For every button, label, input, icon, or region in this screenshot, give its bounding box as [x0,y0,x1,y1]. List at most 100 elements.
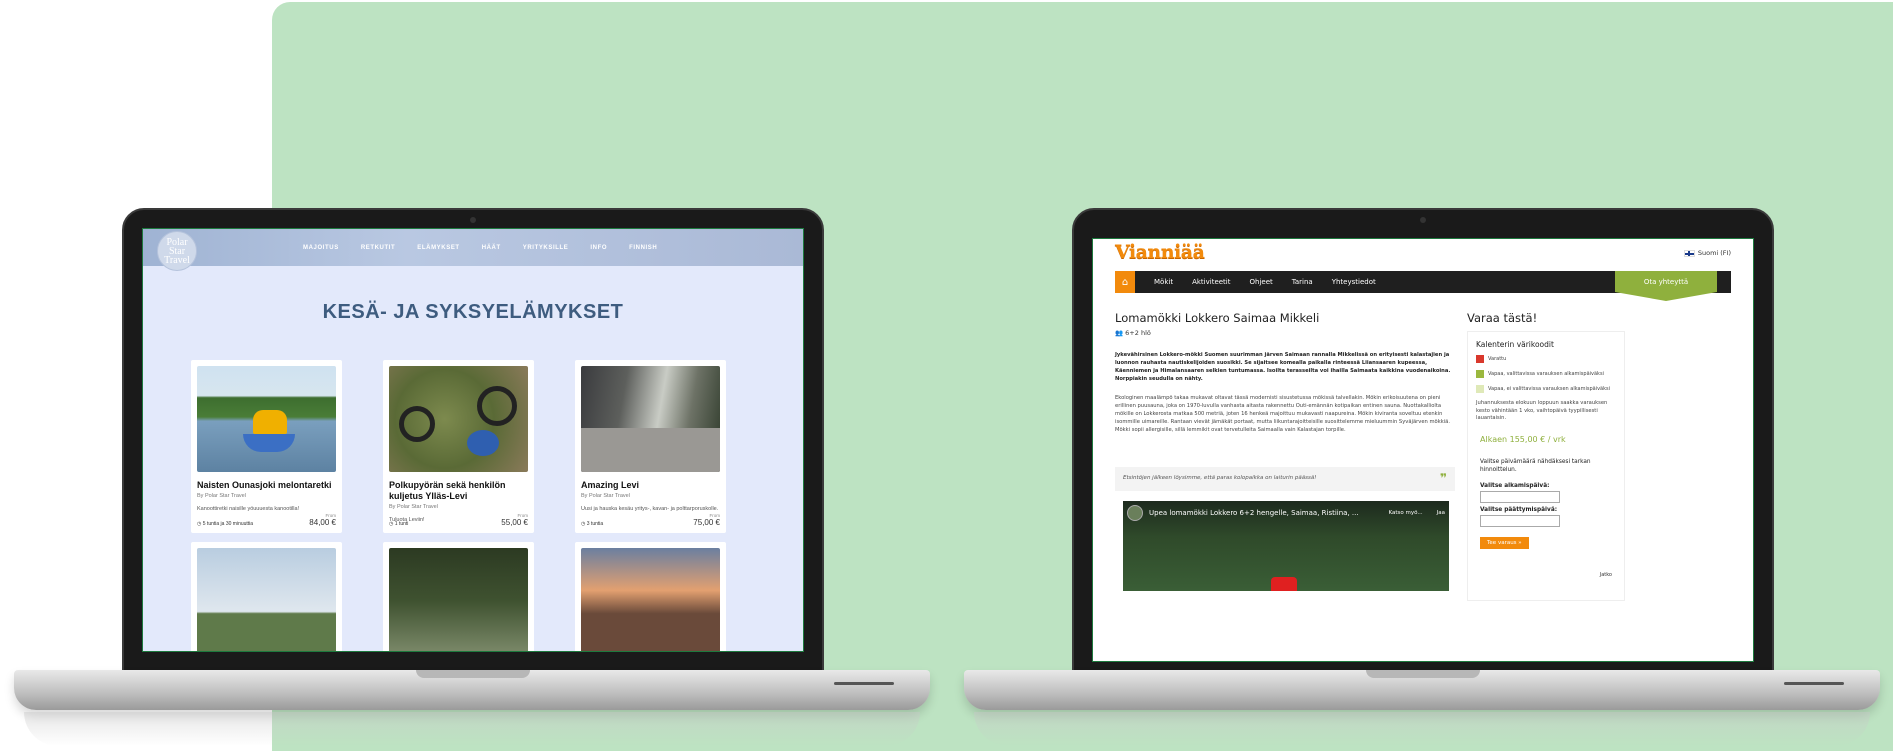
video-embed[interactable]: Upea lomamökki Lokkero 6+2 hengelle, Sai… [1123,501,1449,591]
menu-item-info[interactable]: INFO [590,245,607,251]
end-date-label: Valitse päättymispäivä: [1480,506,1558,513]
card-photo [581,366,720,472]
card-footer: ◷ 5 tuntia ja 30 minuuttia From 84,00 € [197,513,336,527]
video-header: Upea lomamökki Lokkero 6+2 hengelle, Sai… [1127,505,1445,521]
legend-label: Vapaa, ei valittavissa varauksen alkamis… [1488,386,1611,392]
site-logo[interactable]: Vianniää [1115,241,1205,263]
start-date-input[interactable] [1480,490,1560,503]
card-duration: ◷ 5 tuntia ja 30 minuuttia [197,521,254,527]
site-logo[interactable]: Polar Star Travel [157,231,197,271]
booking-box: Kalenterin värikoodit Varattu Vapaa, val… [1467,331,1625,601]
page-title: KESÄ- JA SYKSYELÄMYKSET [322,301,624,323]
laptop-base [14,670,930,710]
laptop-left: Polar Star Travel MAJOITUS RETKUTIT ELÄM… [0,0,940,751]
card-duration: ◷ 3 tuntia [581,521,604,527]
menu-item-language[interactable]: FINNISH [629,245,657,251]
price-value: 75,00 € [693,518,720,527]
booking-title: Varaa tästä! [1467,311,1538,325]
booking-note: Juhannuksesta elokuun loppuun saakka var… [1476,400,1608,421]
more-link[interactable]: Jatko [1600,572,1612,578]
card-duration-text: 5 tuntia ja 30 minuuttia [202,521,254,527]
menu-item-elamykset[interactable]: ELÄMYKSET [417,245,459,251]
experience-card[interactable] [575,542,726,651]
price-value: 84,00 € [309,518,336,527]
quote-box: Etsintöjen jälkeen löysimme, että paras … [1115,467,1455,491]
card-description: Kanoottiretki naisille yöuuuesta kanooti… [197,506,300,512]
finland-flag-icon [1683,249,1695,257]
legend-swatch [1476,355,1484,363]
camera [470,217,476,223]
paddlers-shape [253,410,287,434]
nav-item-ohjeet[interactable]: Ohjeet [1250,278,1273,286]
bike-wheel-shape [477,386,517,426]
canoe-shape [243,434,295,452]
language-selector[interactable]: Suomi (FI) [1683,249,1731,257]
card-description: Uusi ja hauska kesäu yritys-, kavan- ja … [581,506,719,512]
menu-item-haat[interactable]: HÄÄT [482,245,501,251]
camera [1420,217,1426,223]
main-nav: ⌂ Mökit Aktiviteetit Ohjeet Tarina Yhtey… [1115,271,1731,301]
card-author: By Polar Star Travel [197,493,246,499]
laptop-slot [1784,682,1844,685]
card-price: From 55,00 € [501,513,528,527]
main-menu: MAJOITUS RETKUTIT ELÄMYKSET HÄÄT YRITYKS… [303,229,657,266]
price-label: Alkaen 155,00 € / vrk [1480,434,1566,444]
menu-item-majoitus[interactable]: MAJOITUS [303,245,339,251]
body-text: Ekologinen maalämpö takaa mukavat oltava… [1115,395,1450,433]
menu-item-retkutit[interactable]: RETKUTIT [361,245,395,251]
book-button[interactable]: Tee varaus » [1480,536,1529,549]
laptop-reflection [24,712,920,746]
laptop-notch [1366,670,1480,678]
legend-swatch [1476,370,1484,378]
mockup-stage: Polar Star Travel MAJOITUS RETKUTIT ELÄM… [0,0,1893,751]
road-shape [581,428,720,472]
helmet-shape [467,430,499,456]
card-footer: ◷ 3 tuntia From 75,00 € [581,513,720,527]
nav-item-tarina[interactable]: Tarina [1292,278,1313,286]
card-photo [389,366,528,472]
card-photo [581,548,720,651]
experience-card[interactable] [191,542,342,651]
end-date-input[interactable] [1480,514,1560,527]
card-photo [197,548,336,651]
nav-item-yhteystiedot[interactable]: Yhteystiedot [1332,278,1376,286]
experience-card[interactable]: Naisten Ounasjoki melontaretki By Polar … [191,360,342,533]
legend-item: Varattu [1476,355,1616,363]
laptop-base [964,670,1880,710]
card-title: Naisten Ounasjoki melontaretki [197,480,332,490]
quote-icon: ❞ [1439,471,1447,485]
legend-item: Vapaa, ei valittavissa varauksen alkamis… [1476,385,1616,393]
home-icon[interactable]: ⌂ [1115,271,1135,293]
price-value: 55,00 € [501,518,528,527]
card-price: From 84,00 € [309,513,336,527]
capacity: 👥 6+2 hlö [1115,329,1151,337]
calendar-legend-title: Kalenterin värikoodit [1476,340,1554,349]
nav-item-mokit[interactable]: Mökit [1154,278,1173,286]
experience-card[interactable] [383,542,534,651]
card-photo [389,548,528,651]
card-author: By Polar Star Travel [581,493,630,499]
site-logo-text: Polar Star Travel [164,236,190,266]
capacity-text: 6+2 hlö [1125,329,1151,337]
legend-swatch [1476,385,1484,393]
contact-button[interactable]: Ota yhteyttä [1615,271,1717,301]
share-button[interactable]: Jaa [1437,510,1445,516]
play-icon[interactable] [1271,577,1297,591]
experience-card[interactable]: Polkupyörän sekä henkilön kuljetus Ylläs… [383,360,534,533]
vianniaa-site: Vianniää Suomi (FI) ⌂ Mökit Aktiviteetit… [1093,239,1753,661]
card-duration: ◷ 1 tunti [389,521,409,527]
bike-wheel-shape [399,406,435,442]
card-title: Polkupyörän sekä henkilön kuljetus Ylläs… [389,480,506,501]
card-photo [197,366,336,472]
card-price: From 75,00 € [693,513,720,527]
watch-later-button[interactable]: Katso myö... [1388,510,1422,516]
select-instruction: Valitse päivämäärä nähdäksesi tarkan hin… [1480,458,1591,473]
channel-avatar [1127,505,1143,521]
site-header: Vianniää Suomi (FI) [1093,239,1753,271]
language-label: Suomi (FI) [1697,249,1731,257]
menu-item-yrityksille[interactable]: YRITYKSILLE [523,245,569,251]
laptop-right: Vianniää Suomi (FI) ⌂ Mökit Aktiviteetit… [950,0,1893,751]
start-date-label: Valitse alkamispäivä: [1480,482,1550,489]
nav-item-aktiviteetit[interactable]: Aktiviteetit [1192,278,1230,286]
experience-card[interactable]: Amazing Levi By Polar Star Travel Uusi j… [575,360,726,533]
